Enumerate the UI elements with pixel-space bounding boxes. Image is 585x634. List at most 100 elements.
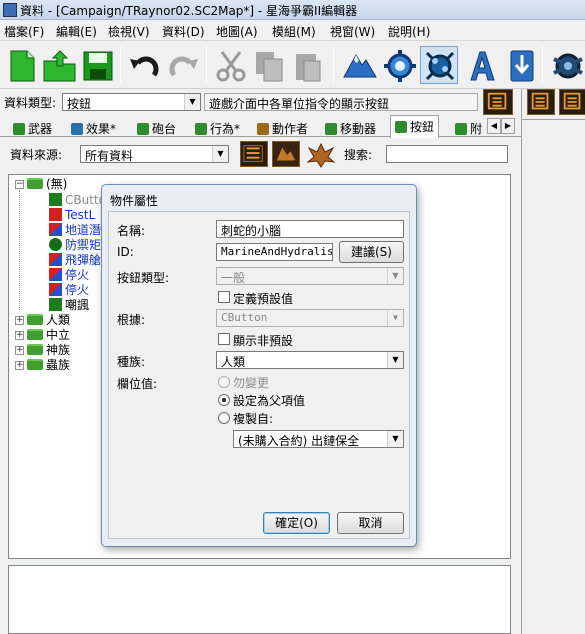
data-type-value: 按鈕 — [67, 97, 92, 111]
tree-item[interactable]: 地道潛 — [49, 223, 101, 238]
menu-bar: 檔案(F) 編輯(E) 檢視(V) 資料(D) 地圖(A) 模組(M) 視窗(W… — [0, 20, 585, 41]
tree-item[interactable]: TestL — [49, 208, 95, 223]
tree-item-label: 停火 — [65, 283, 90, 297]
base-value: CButton — [221, 311, 268, 324]
record-list-icon[interactable] — [483, 89, 513, 115]
menu-module[interactable]: 模組(M) — [272, 23, 316, 40]
menu-window[interactable]: 視窗(W) — [330, 23, 375, 40]
folder-icon — [27, 314, 43, 325]
expand-toggle[interactable]: + — [15, 361, 24, 370]
base-select[interactable]: CButton ▼ — [216, 309, 404, 327]
data-type-select[interactable]: 按鈕 ▼ — [62, 93, 201, 111]
missing-icon — [49, 253, 62, 266]
tree-item[interactable]: 防禦矩 — [49, 238, 101, 253]
copy-from-select[interactable]: (未購入合約) 出鏈保全 ▼ — [233, 430, 404, 448]
tab-actors[interactable]: 動作者 — [252, 117, 313, 137]
effect-icon — [71, 123, 83, 135]
define-default-checkbox[interactable] — [218, 291, 230, 303]
zerg-unit-icon[interactable] — [305, 140, 337, 168]
expand-toggle[interactable]: + — [15, 331, 24, 340]
menu-file[interactable]: 檔案(F) — [4, 23, 44, 40]
collapse-toggle[interactable]: − — [15, 180, 24, 189]
tab-scroll-right-button[interactable]: ▶ — [501, 118, 515, 134]
record-list-icon[interactable] — [527, 89, 555, 115]
menu-data[interactable]: 資料(D) — [162, 23, 205, 40]
tab-label: 按鈕 — [410, 120, 435, 134]
tree-group-protoss[interactable]: 神族 — [27, 343, 70, 358]
save-disk-icon[interactable] — [78, 46, 116, 84]
menu-help[interactable]: 說明(H) — [388, 23, 430, 40]
chevron-down-icon: ▼ — [387, 431, 403, 447]
menu-view[interactable]: 檢視(V) — [108, 23, 150, 40]
race-select[interactable]: 人類 ▼ — [216, 351, 404, 369]
terrain-editor-icon[interactable] — [340, 46, 378, 84]
tree-root-node[interactable]: (無) — [27, 177, 67, 192]
tab-behaviors[interactable]: 行為* — [190, 117, 245, 137]
tab-buttons[interactable]: 按鈕 — [390, 115, 440, 138]
tab-weapons[interactable]: 武器 — [8, 117, 57, 137]
tree-item[interactable]: 停火 — [49, 268, 89, 283]
tree-item[interactable]: 嘲諷 — [49, 298, 89, 313]
open-folder-icon[interactable] — [40, 46, 78, 84]
button-type-label: 按鈕類型: — [117, 271, 170, 285]
menu-edit[interactable]: 編輯(E) — [56, 23, 97, 40]
title-bar: 資料 - [Campaign/TRaynor02.SC2Map*] - 星海爭霸… — [0, 0, 585, 20]
import-icon[interactable] — [502, 46, 540, 84]
unit-filter-icon[interactable] — [272, 141, 300, 167]
copy-icon[interactable] — [249, 46, 287, 84]
tab-more[interactable]: 附 — [450, 117, 487, 137]
id-field[interactable]: MarineAndHydralisk — [216, 243, 333, 261]
toolbar — [0, 41, 585, 89]
set-parent-radio[interactable] — [218, 394, 230, 406]
tab-scroll-left-button[interactable]: ◀ — [487, 118, 501, 134]
copy-from-radio[interactable] — [218, 412, 230, 424]
app-icon — [3, 3, 17, 17]
tab-movers[interactable]: 移動器 — [320, 117, 381, 137]
source-value: 所有資料 — [85, 149, 134, 163]
missing-icon — [49, 268, 62, 281]
text-editor-icon[interactable] — [462, 46, 500, 84]
cancel-button[interactable]: 取消 — [337, 512, 404, 534]
race-value: 人類 — [221, 355, 246, 369]
tree-item[interactable]: 停火 — [49, 283, 89, 298]
tab-effects[interactable]: 效果* — [66, 117, 121, 137]
name-field[interactable]: 刺蛇的小腦 — [216, 220, 404, 238]
button-type-select[interactable]: 一般 ▼ — [216, 267, 404, 285]
ok-button[interactable]: 確定(O) — [263, 512, 330, 534]
expand-toggle[interactable]: + — [15, 346, 24, 355]
toolbar-separator — [542, 47, 543, 83]
field-value-label: 欄位值: — [117, 377, 158, 391]
view-list-icon[interactable] — [240, 141, 268, 167]
tree-node-label: 人類 — [46, 313, 71, 327]
search-label: 搜索: — [344, 148, 373, 162]
tab-label: 行為* — [210, 122, 241, 136]
suggest-button[interactable]: 建議(S) — [339, 241, 404, 263]
source-label: 資料來源: — [10, 148, 63, 162]
record-list-icon[interactable] — [559, 89, 585, 115]
source-select[interactable]: 所有資料 ▼ — [80, 145, 229, 163]
undo-icon[interactable] — [125, 46, 163, 84]
tree-item-label: 飛彈艙 — [65, 253, 102, 267]
tree-item[interactable]: 飛彈艙 — [49, 253, 101, 268]
tree-group-neutral[interactable]: 中立 — [27, 328, 70, 343]
tree-node-label: 中立 — [46, 328, 71, 342]
expand-toggle[interactable]: + — [15, 316, 24, 325]
menu-map[interactable]: 地圖(A) — [216, 23, 258, 40]
button-type-value: 一般 — [221, 271, 246, 285]
cut-scissors-icon[interactable] — [211, 46, 249, 84]
tree-group-zerg[interactable]: 蟲族 — [27, 358, 70, 373]
redo-icon[interactable] — [163, 46, 201, 84]
tab-turrets[interactable]: 砲台 — [132, 117, 181, 137]
weapon-icon — [13, 123, 25, 135]
no-change-radio[interactable] — [218, 376, 230, 388]
paste-icon[interactable] — [287, 46, 325, 84]
tab-label: 動作者 — [272, 122, 309, 136]
search-input[interactable] — [386, 145, 508, 163]
unit-editor-icon[interactable] — [548, 46, 585, 84]
trigger-editor-icon[interactable] — [380, 46, 418, 84]
field-details-panel[interactable] — [8, 565, 511, 634]
data-editor-icon[interactable] — [420, 46, 458, 84]
new-document-icon[interactable] — [2, 46, 40, 84]
tree-group-terran[interactable]: 人類 — [27, 313, 70, 328]
show-non-default-checkbox[interactable] — [218, 333, 230, 345]
